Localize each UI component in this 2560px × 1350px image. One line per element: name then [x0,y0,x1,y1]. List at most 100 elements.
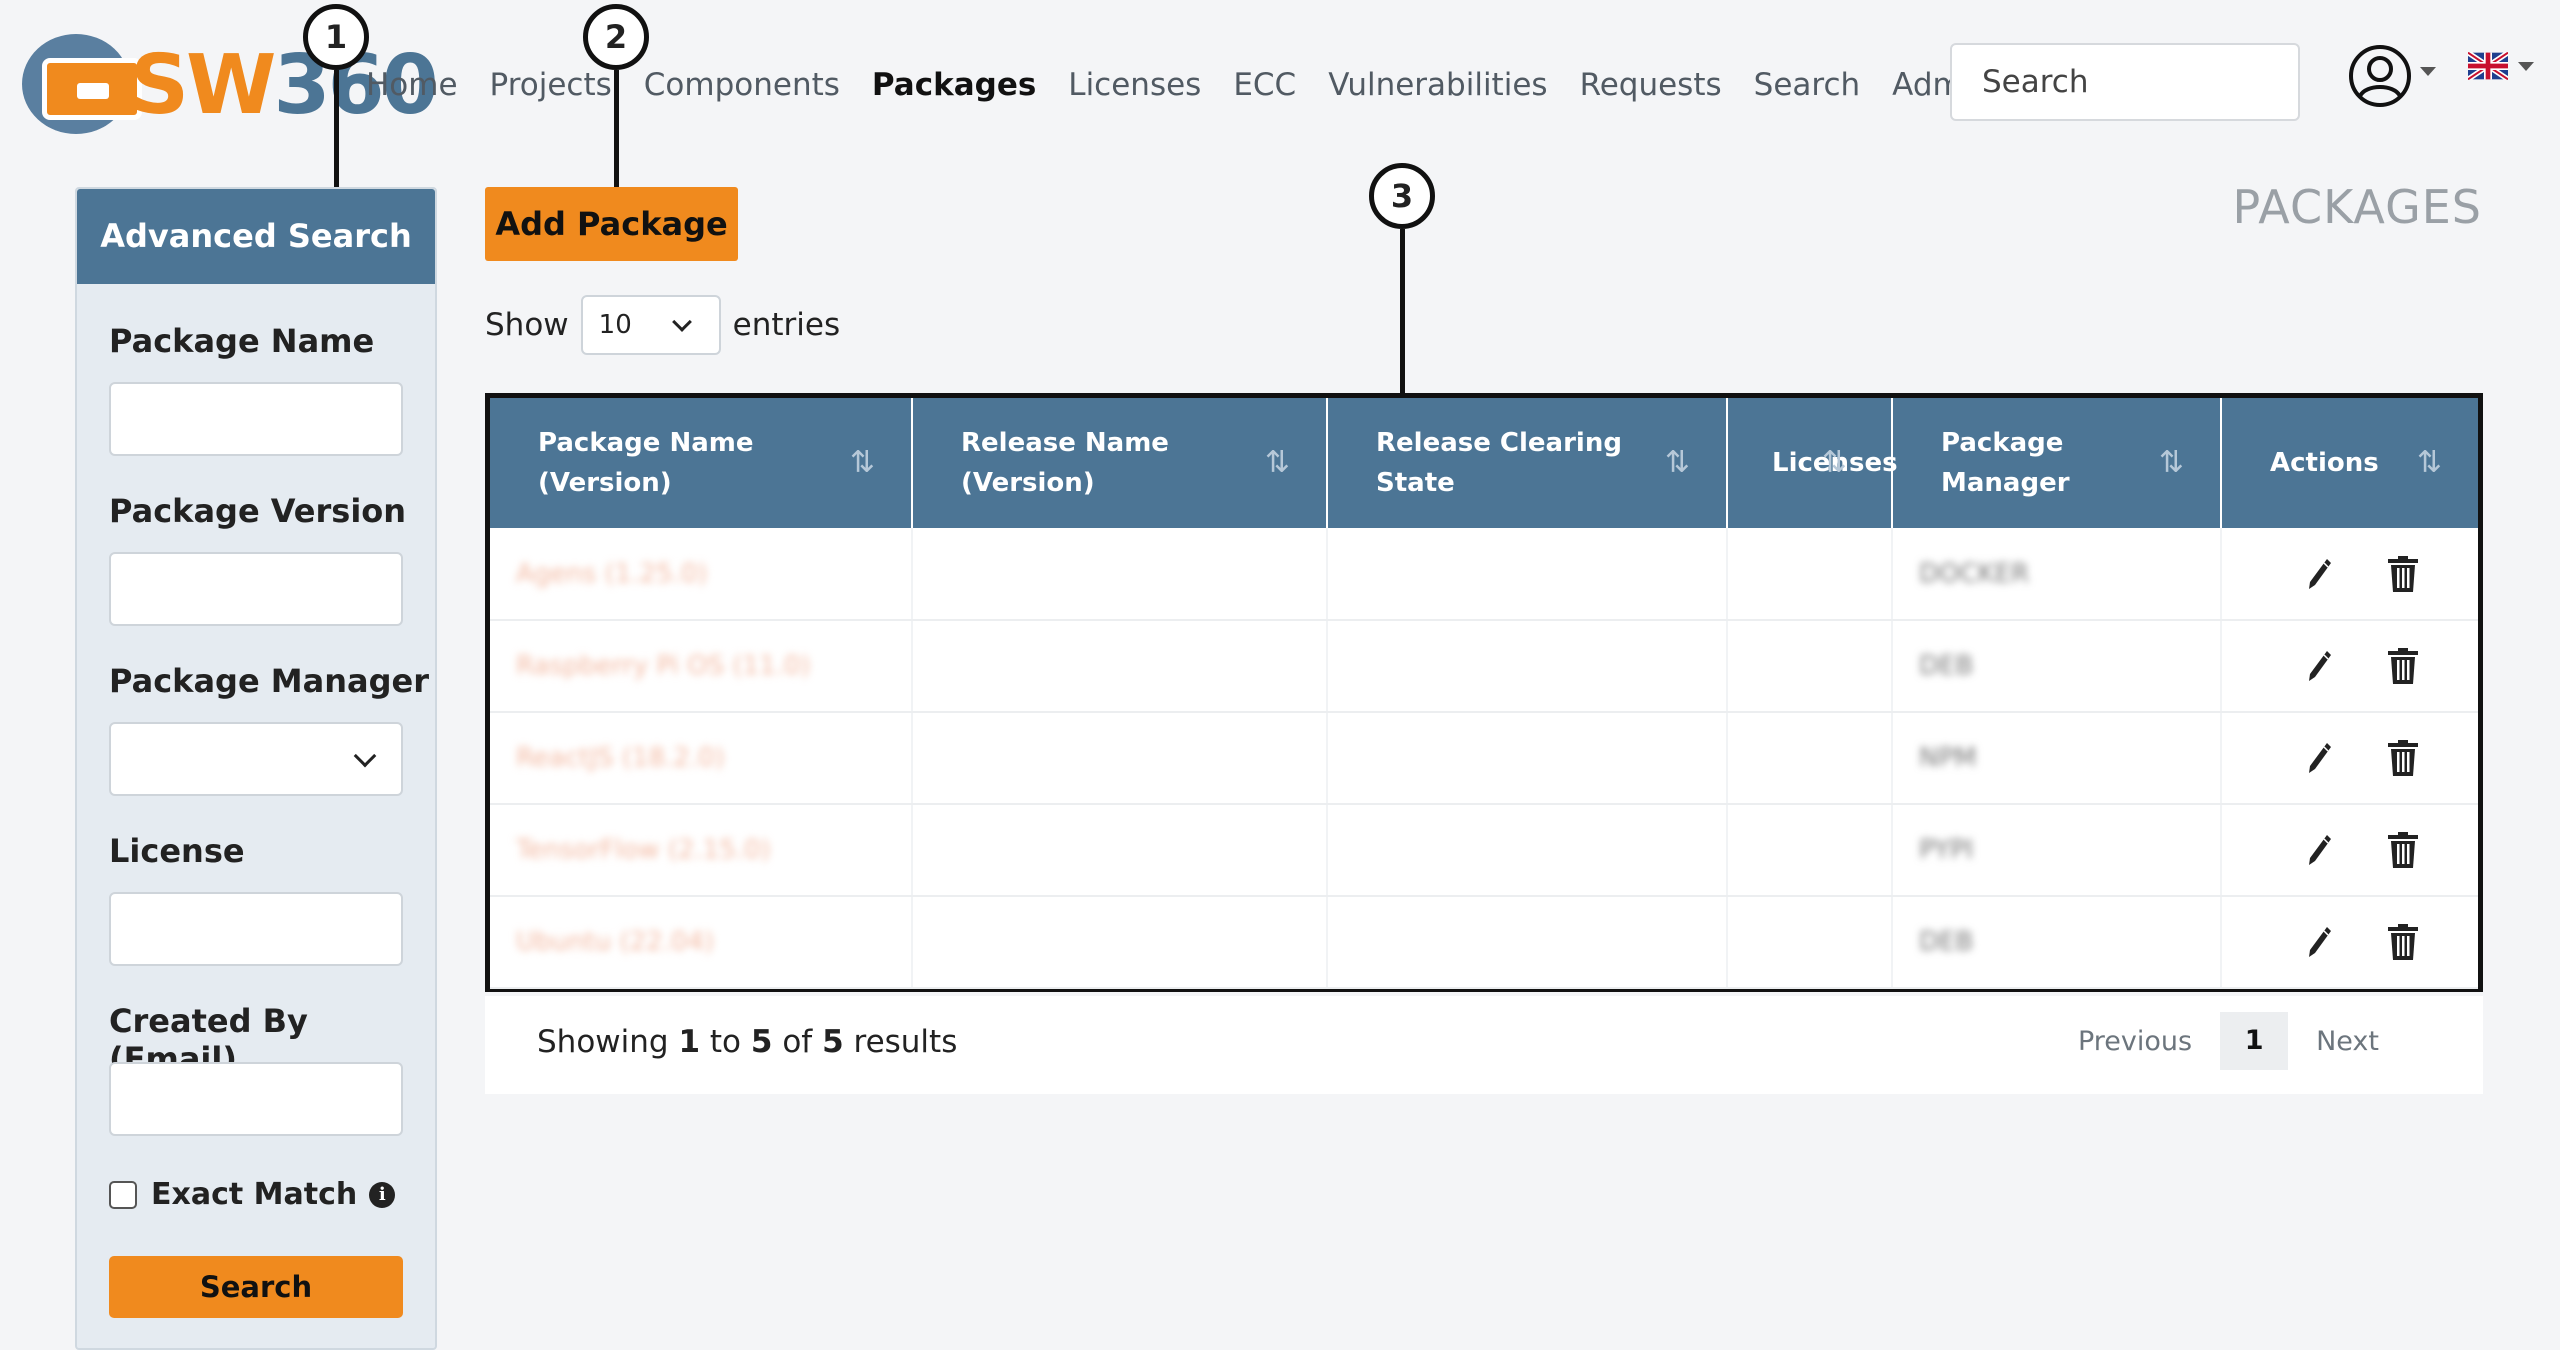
cell-licenses [1727,712,1893,805]
exact-match-checkbox[interactable] [109,1180,137,1209]
table-row: Ubuntu (22.04) DEB [490,896,2478,989]
trash-icon[interactable] [2388,924,2418,960]
license-input[interactable] [109,892,403,966]
trash-icon[interactable] [2388,648,2418,684]
cell-package[interactable]: Raspberry Pi OS (11.0) [490,620,913,713]
cell-clearing-state [1327,712,1728,805]
col-package-name[interactable]: Package Name (Version) ⇅ [490,398,913,528]
pencil-icon[interactable] [2308,557,2332,591]
next-page-button[interactable]: Next [2288,1026,2407,1057]
page-title: PACKAGES [2232,180,2482,234]
table-row: Agens (1.25.0) DOCKER [490,528,2478,621]
col-release-name-label: Release Name (Version) [961,428,1169,498]
col-actions[interactable]: Actions ⇅ [2221,398,2478,528]
sort-icon[interactable]: ⇅ [850,443,875,483]
advanced-search-panel: Advanced Search Package Name Package Ver… [75,187,437,1350]
nav-packages[interactable]: Packages [872,67,1036,103]
cell-actions [2221,528,2478,621]
entries-label: entries [732,307,841,343]
chevron-down-icon [353,744,377,768]
col-package-manager[interactable]: Package Manager ⇅ [1892,398,2222,528]
sw360-logo[interactable]: SW360 [22,30,439,140]
callout-2-line [614,70,619,187]
user-caret-icon[interactable] [2420,67,2436,76]
callout-1-line [334,70,339,187]
trash-icon[interactable] [2388,832,2418,868]
advanced-search-button[interactable]: Search [109,1256,403,1318]
nav-search[interactable]: Search [1754,67,1861,103]
cell-release [912,620,1328,713]
cell-release [912,528,1328,621]
info-icon[interactable]: i [369,1181,396,1208]
top-search-input[interactable] [1950,43,2300,121]
col-licenses[interactable]: Licenses ⇅ [1727,398,1898,528]
sort-icon[interactable]: ⇅ [1265,443,1290,483]
table-header-row: Package Name (Version) ⇅ Release Name (Ve… [490,398,2478,528]
sort-icon[interactable]: ⇅ [1665,443,1690,483]
package-link[interactable]: ReactJS (18.2.0) [516,743,725,773]
cell-clearing-state [1327,896,1728,989]
pencil-icon[interactable] [2308,833,2332,867]
pagination: Previous 1 Next [2050,1012,2407,1070]
cell-package[interactable]: Agens (1.25.0) [490,528,913,621]
col-release-clearing-state[interactable]: Release Clearing State ⇅ [1327,398,1728,528]
cell-package-manager: PYPI [1892,804,2222,897]
license-label: License [109,832,245,870]
package-manager-text: NPM [1919,743,1977,773]
cell-clearing-state [1327,528,1728,621]
package-version-input[interactable] [109,552,403,626]
pencil-icon[interactable] [2308,649,2332,683]
table-row: Raspberry Pi OS (11.0) DEB [490,620,2478,713]
cell-package-manager: DEB [1892,620,2222,713]
previous-page-button[interactable]: Previous [2050,1026,2220,1057]
add-package-button[interactable]: Add Package [485,187,738,261]
cell-release [912,804,1328,897]
trash-icon[interactable] [2388,555,2418,592]
package-name-input[interactable] [109,382,403,456]
cell-actions [2221,712,2478,805]
current-page-button[interactable]: 1 [2220,1012,2289,1070]
pencil-icon[interactable] [2308,925,2332,959]
table-row: TensorFlow (2.15.0) PYPI [490,804,2478,897]
uk-flag-icon[interactable] [2468,52,2508,80]
sort-icon[interactable]: ⇅ [2159,443,2184,483]
created-by-input[interactable] [109,1062,403,1136]
entries-select[interactable]: 10 [580,295,721,355]
cell-package-manager: NPM [1892,712,2222,805]
cell-package[interactable]: ReactJS (18.2.0) [490,712,913,805]
nav-vulnerabilities[interactable]: Vulnerabilities [1328,67,1547,103]
nav-licenses[interactable]: Licenses [1068,67,1201,103]
cell-package[interactable]: TensorFlow (2.15.0) [490,804,913,897]
col-package-name-label: Package Name (Version) [538,428,754,498]
package-manager-text: DEB [1919,651,1974,681]
callout-3: 3 [1369,163,1435,229]
package-link[interactable]: Ubuntu (22.04) [516,927,714,957]
callout-3-line [1400,229,1405,393]
results-info: Showing 1 to 5 of 5 results [537,1024,958,1060]
cell-actions [2221,804,2478,897]
col-release-name[interactable]: Release Name (Version) ⇅ [912,398,1328,528]
entries-value: 10 [598,310,632,340]
cell-actions [2221,620,2478,713]
nav-projects[interactable]: Projects [490,67,612,103]
col-package-manager-label: Package Manager [1941,428,2070,498]
package-name-label: Package Name [109,322,375,360]
sort-icon[interactable]: ⇅ [1822,443,1847,483]
nav-requests[interactable]: Requests [1580,67,1722,103]
user-circle-icon[interactable] [2348,44,2412,108]
package-link[interactable]: Raspberry Pi OS (11.0) [516,651,811,681]
cell-package[interactable]: Ubuntu (22.04) [490,896,913,989]
nav-ecc[interactable]: ECC [1233,67,1296,103]
cell-package-manager: DOCKER [1892,528,2222,621]
col-actions-label: Actions [2270,448,2379,478]
trash-icon[interactable] [2388,740,2418,776]
package-link[interactable]: TensorFlow (2.15.0) [516,835,771,865]
package-link[interactable]: Agens (1.25.0) [516,559,708,589]
nav-components[interactable]: Components [644,67,840,103]
package-manager-select[interactable] [109,722,403,796]
language-caret-icon[interactable] [2518,62,2534,71]
nav-home[interactable]: Home [366,67,458,103]
pencil-icon[interactable] [2308,741,2332,775]
sort-icon[interactable]: ⇅ [2417,443,2442,483]
package-manager-label: Package Manager [109,662,429,700]
